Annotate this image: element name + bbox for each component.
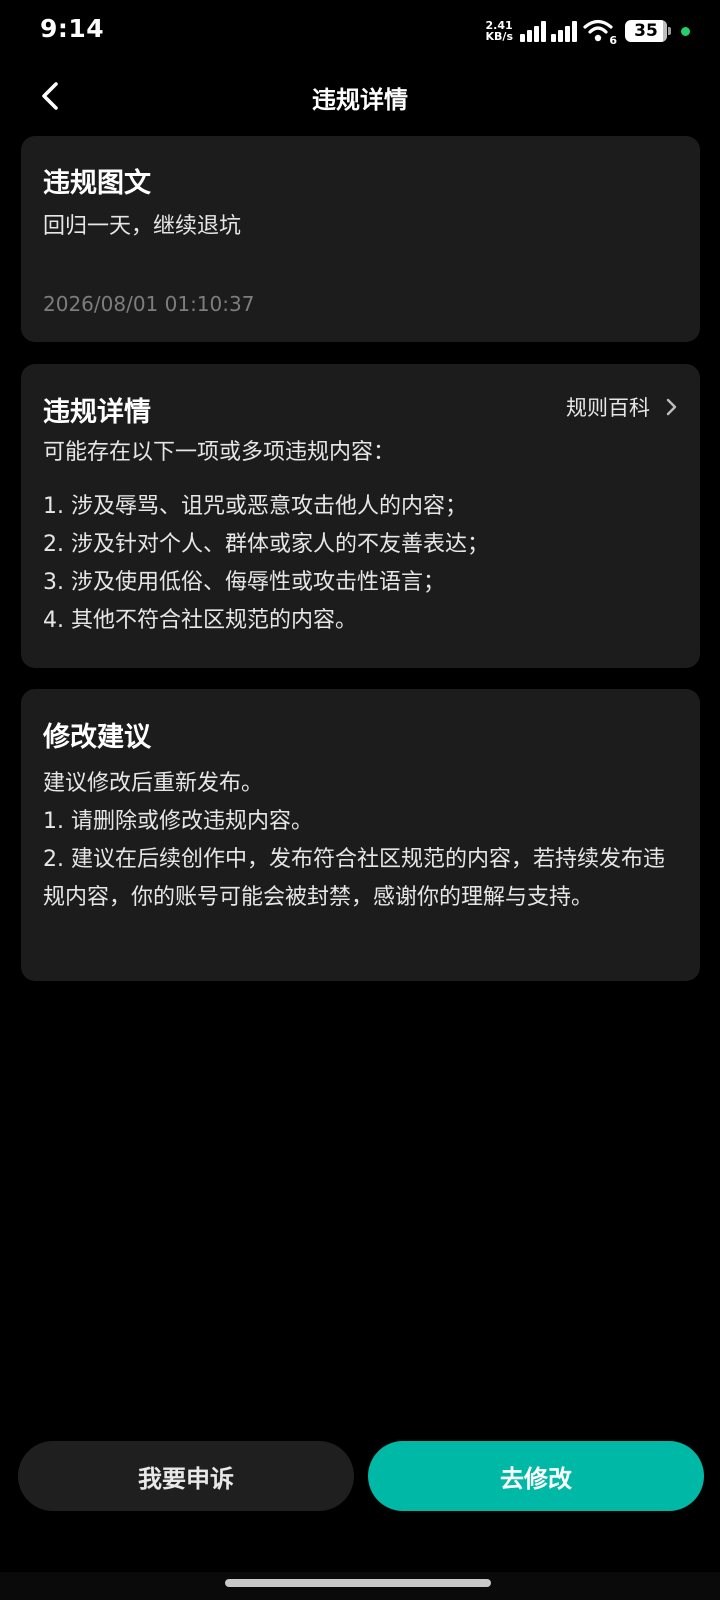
signal-icon-secondary xyxy=(551,20,579,42)
header: 违规详情 xyxy=(0,62,720,130)
wifi-badge: 6 xyxy=(609,34,617,47)
details-item-1: 1. 涉及辱骂、诅咒或恶意攻击他人的内容； xyxy=(43,494,467,519)
violation-post-card: 违规图文 回归一天，继续退坑 2026/08/01 01:10:37 xyxy=(21,136,700,342)
signal-icon xyxy=(520,20,548,42)
chevron-right-icon xyxy=(666,398,677,416)
status-indicators: 2.41 KB/s 6 35 xyxy=(486,16,690,47)
rules-encyclopedia-link[interactable]: 规则百科 xyxy=(566,392,678,422)
suggestion-line-1: 建议修改后重新发布。 xyxy=(43,771,264,796)
battery-icon: 35 xyxy=(625,20,671,42)
suggestion-line-3: 2. 建议在后续创作中，发布符合社区规范的内容，若持续发布违规内容，你的账号可能… xyxy=(43,847,665,910)
rules-link-label: 规则百科 xyxy=(566,396,650,420)
wifi-icon: 6 xyxy=(583,19,617,47)
post-content: 回归一天，继续退坑 xyxy=(43,214,242,239)
appeal-button[interactable]: 我要申诉 xyxy=(18,1441,354,1511)
page-title: 违规详情 xyxy=(312,86,408,114)
details-item-2: 2. 涉及针对个人、群体或家人的不友善表达； xyxy=(43,532,489,557)
violation-details-card: 违规详情 规则百科 可能存在以下一项或多项违规内容： 1. 涉及辱骂、诅咒或恶意… xyxy=(21,364,700,668)
suggestion-card-title: 修改建议 xyxy=(43,722,151,753)
details-intro: 可能存在以下一项或多项违规内容： xyxy=(43,440,396,465)
suggestion-card: 修改建议 建议修改后重新发布。 1. 请删除或修改违规内容。 2. 建议在后续创… xyxy=(21,689,700,981)
battery-level: 35 xyxy=(634,21,658,41)
post-card-title: 违规图文 xyxy=(43,168,151,199)
network-speed: 2.41 KB/s xyxy=(486,20,513,42)
details-item-4: 4. 其他不符合社区规范的内容。 xyxy=(43,608,357,633)
suggestion-line-2: 1. 请删除或修改违规内容。 xyxy=(43,809,313,834)
post-timestamp: 2026/08/01 01:10:37 xyxy=(43,292,255,316)
status-bar: 9:14 2.41 KB/s 6 35 xyxy=(0,0,720,62)
network-speed-unit: KB/s xyxy=(485,30,513,43)
home-indicator[interactable] xyxy=(225,1579,491,1587)
privacy-indicator-dot xyxy=(681,26,690,36)
details-item-3: 3. 涉及使用低俗、侮辱性或攻击性语言； xyxy=(43,570,445,595)
go-modify-button[interactable]: 去修改 xyxy=(368,1441,704,1511)
details-card-title: 违规详情 xyxy=(43,397,151,428)
status-time: 9:14 xyxy=(40,14,105,43)
